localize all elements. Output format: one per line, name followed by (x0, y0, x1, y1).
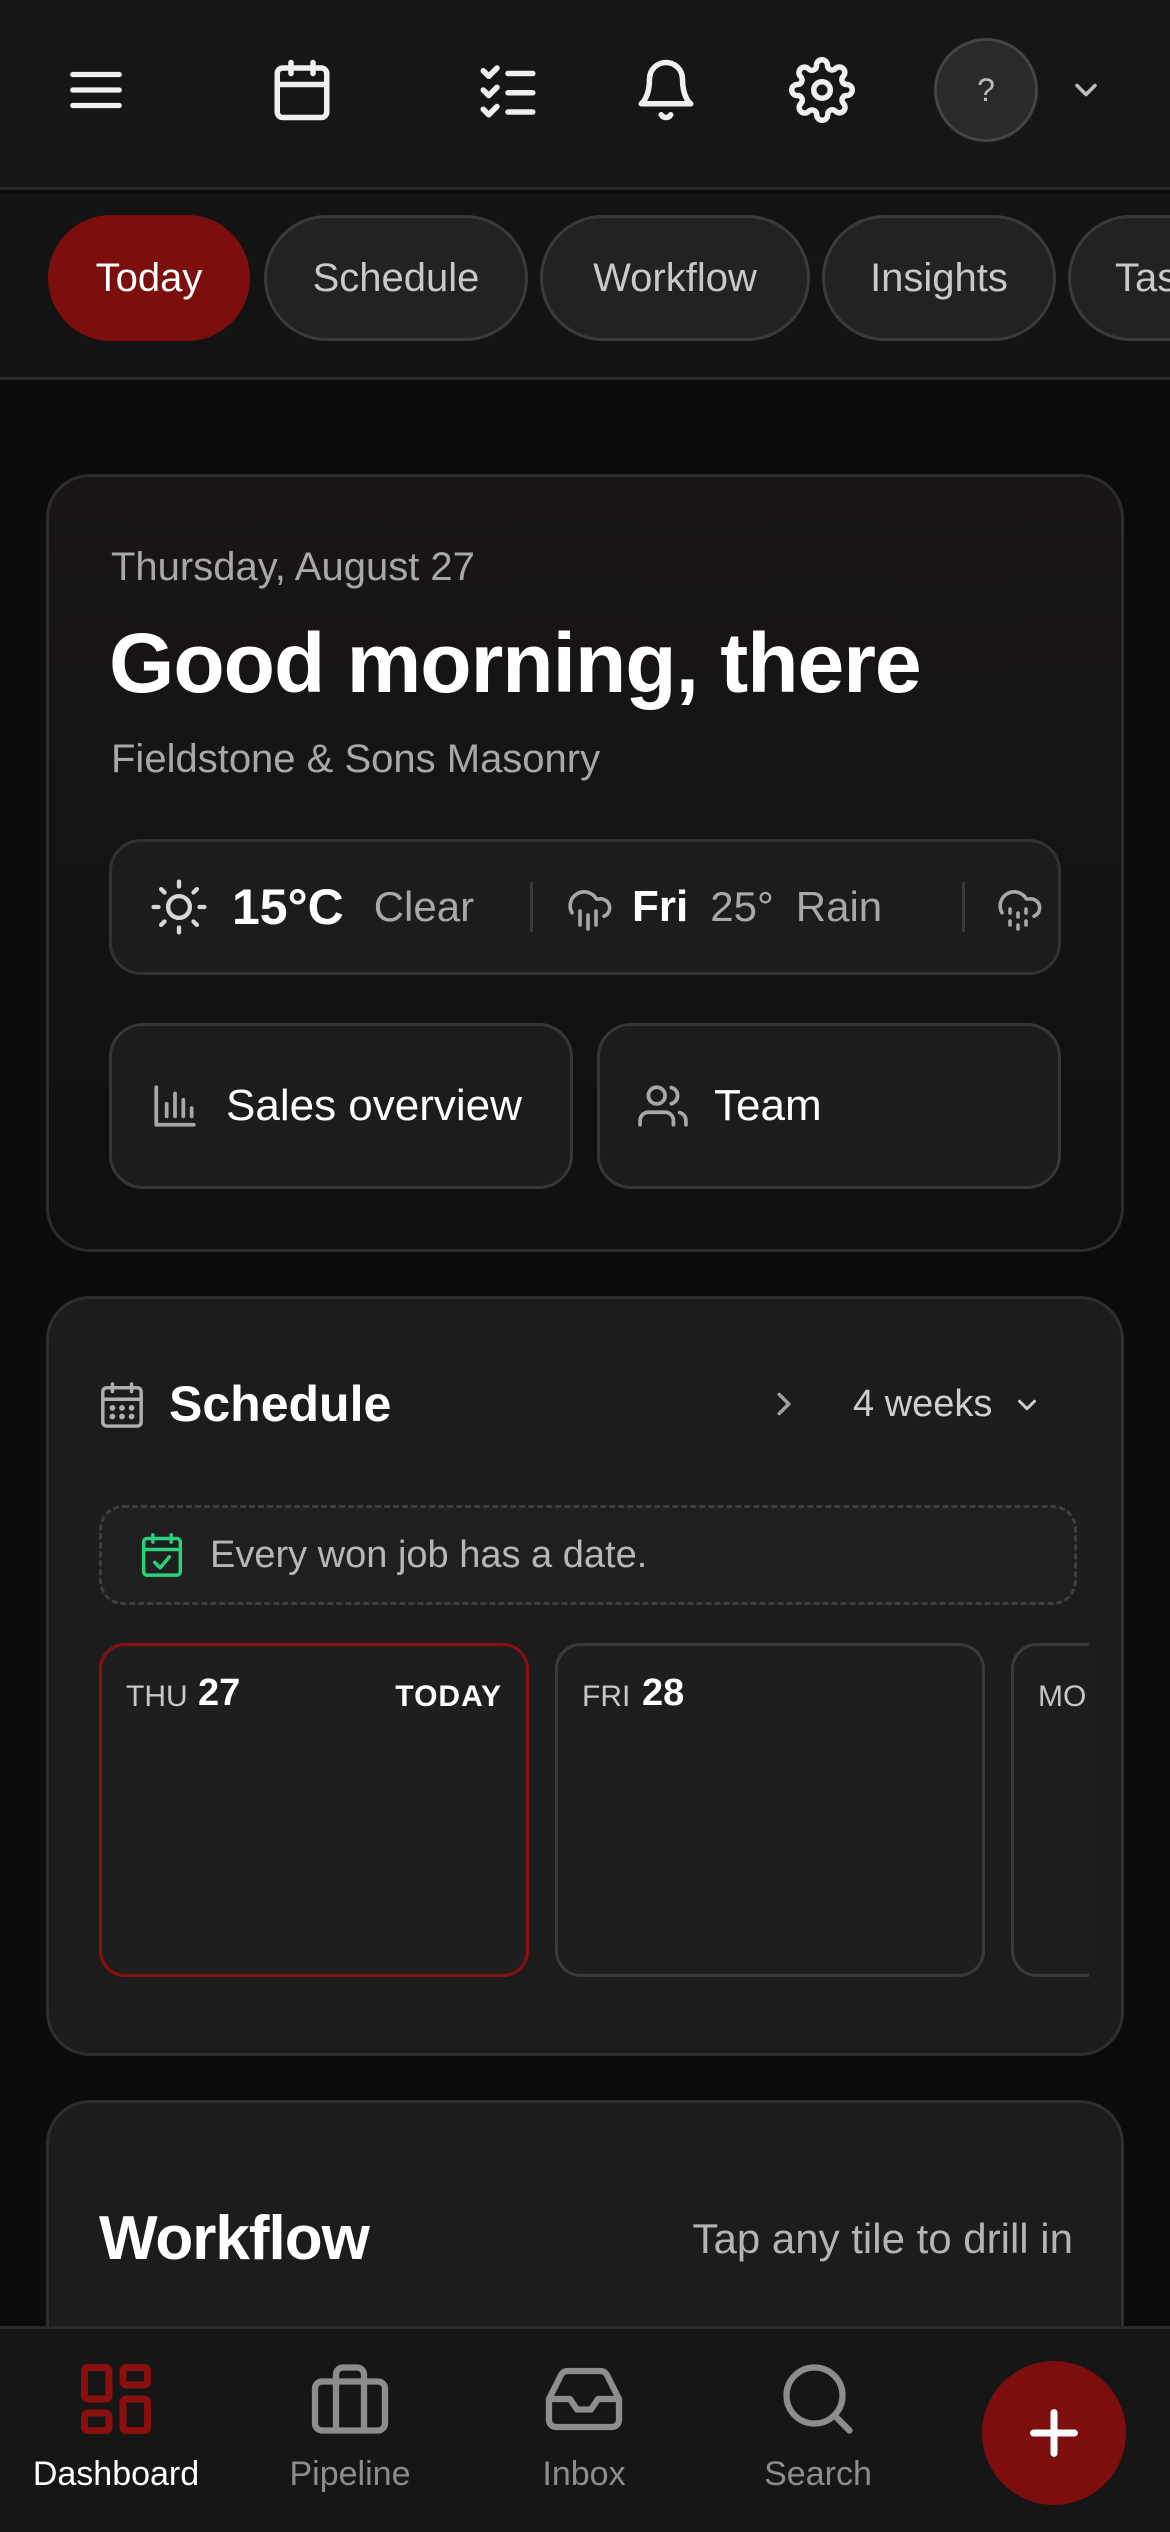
forecast-day: Sa (994, 842, 1058, 972)
schedule-title: Schedule (169, 1376, 392, 1432)
banner-text: Every won job has a date. (210, 1533, 648, 1576)
company-name: Fieldstone & Sons Masonry (111, 737, 601, 781)
scroll-mask (1089, 1629, 1121, 1989)
weather-strip[interactable]: 15°C Clear Fri 25° Rain Sa (109, 839, 1061, 975)
forecast-condition: Rain (795, 883, 883, 930)
forecast-day-label: Fri (632, 882, 689, 931)
schedule-card: Schedule 4 weeks Every won job has a dat… (46, 1296, 1124, 2056)
day-number: 28 (642, 1672, 685, 1714)
bottom-nav: Dashboard Pipeline Inbox Search (0, 2326, 1170, 2532)
calendar-check-icon (140, 1531, 184, 1579)
nav-inbox-label: Inbox (542, 2455, 626, 2493)
today-badge: TODAY (395, 1680, 502, 1713)
cloud-drizzle-icon (994, 883, 1042, 931)
chevron-right-icon[interactable] (761, 1381, 807, 1427)
add-button[interactable] (982, 2361, 1126, 2505)
nav-search-label: Search (764, 2455, 872, 2493)
tab-schedule[interactable]: Schedule (264, 215, 528, 341)
current-condition: Clear (373, 883, 475, 930)
users-icon (638, 1081, 688, 1131)
tab-insights[interactable]: Insights (822, 215, 1056, 341)
chevron-down-icon (1012, 1390, 1042, 1420)
tab-tasks[interactable]: Tas (1068, 215, 1170, 341)
checklist-icon[interactable] (458, 40, 558, 140)
plus-icon (1019, 2398, 1089, 2468)
calendar-icon[interactable] (252, 40, 352, 140)
forecast-temperature: 25° (710, 883, 774, 930)
cloud-rain-icon (564, 883, 612, 931)
bell-icon[interactable] (616, 40, 716, 140)
workflow-title: Workflow (99, 2204, 370, 2273)
day-column[interactable]: FRI 28 (555, 1643, 985, 1977)
team-label: Team (714, 1081, 822, 1130)
schedule-range-select[interactable]: 4 weeks (853, 1383, 1042, 1426)
inbox-icon (542, 2357, 626, 2441)
avatar[interactable]: ? (934, 38, 1038, 142)
chevron-down-icon[interactable] (1060, 60, 1112, 120)
nav-search[interactable]: Search (718, 2357, 918, 2494)
sales-overview-label: Sales overview (226, 1081, 522, 1130)
weather-divider (962, 882, 965, 932)
schedule-range-label: 4 weeks (853, 1383, 993, 1425)
tab-today[interactable]: Today (48, 215, 250, 341)
nav-dashboard[interactable]: Dashboard (16, 2357, 216, 2494)
greeting-card: Thursday, August 27 Good morning, there … (46, 474, 1124, 1252)
schedule-banner: Every won job has a date. (99, 1505, 1077, 1605)
forecast-day: Fri 25° Rain (564, 842, 882, 972)
day-of-week: FRI (582, 1680, 631, 1713)
nav-dashboard-label: Dashboard (32, 2455, 200, 2493)
nav-pipeline-label: Pipeline (289, 2455, 411, 2493)
tab-workflow[interactable]: Workflow (540, 215, 810, 341)
day-of-week: MO (1038, 1680, 1087, 1713)
nav-inbox[interactable]: Inbox (484, 2357, 684, 2494)
bar-chart-icon (150, 1081, 200, 1131)
team-button[interactable]: Team (597, 1023, 1061, 1189)
nav-pipeline[interactable]: Pipeline (250, 2357, 450, 2494)
gear-icon[interactable] (772, 40, 872, 140)
dashboard-icon (74, 2357, 158, 2441)
sun-icon (150, 878, 208, 936)
weather-now: 15°C Clear (150, 842, 474, 972)
current-date: Thursday, August 27 (111, 545, 475, 589)
top-bar: ? (0, 0, 1170, 190)
weather-divider (530, 882, 533, 932)
avatar-initials: ? (977, 71, 995, 108)
day-of-week: THU (126, 1680, 188, 1713)
search-icon (776, 2357, 860, 2441)
calendar-grid-icon (99, 1379, 145, 1431)
tab-bar: Today Schedule Workflow Insights Tas (0, 193, 1170, 380)
menu-icon[interactable] (46, 40, 146, 140)
briefcase-icon (308, 2357, 392, 2441)
day-column-today[interactable]: THU 27 TODAY (99, 1643, 529, 1977)
greeting-title: Good morning, there (109, 616, 922, 710)
day-number: 27 (198, 1672, 241, 1714)
current-temperature: 15°C (232, 879, 344, 935)
sales-overview-button[interactable]: Sales overview (109, 1023, 573, 1189)
workflow-hint: Tap any tile to drill in (692, 2215, 1073, 2262)
